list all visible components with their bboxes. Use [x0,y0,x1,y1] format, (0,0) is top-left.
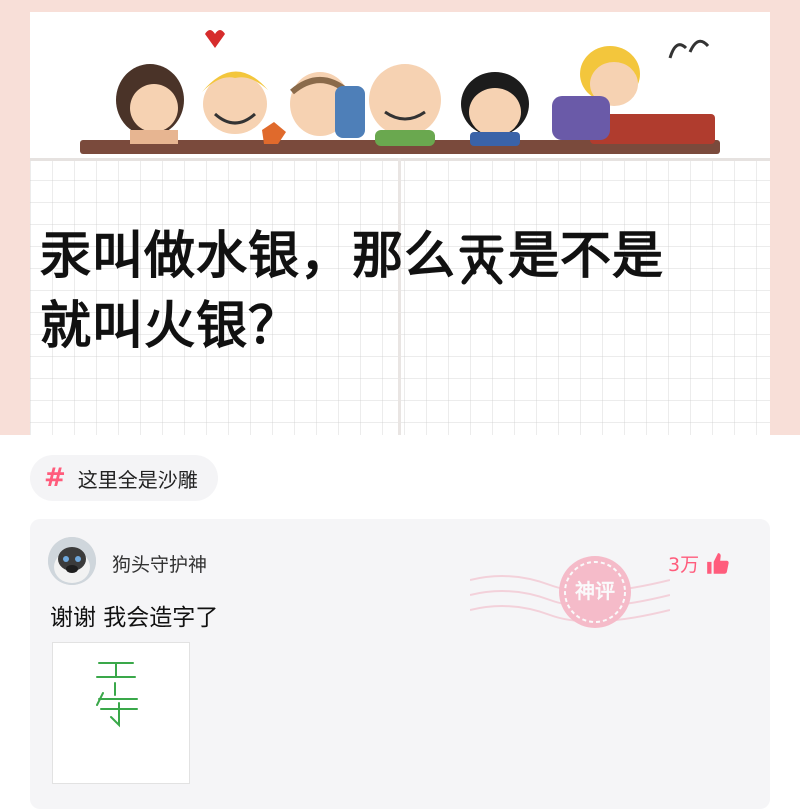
topic-tag-label: 这里全是沙雕 [77,467,198,492]
topic-tag-button[interactable]: # 这里全是沙雕 [30,455,218,501]
headline-line-2: 就叫火银？ [40,297,301,356]
stamp-label: 神评 [575,579,615,603]
like-count: 3万 [668,554,700,576]
handwritten-character-image [96,662,138,728]
thumbs-up-icon [707,552,729,574]
custom-character-glyph: 汞 [456,222,508,292]
comment-image-attachment[interactable] [52,642,190,784]
like-button[interactable]: 3万 [668,550,731,577]
comment-username[interactable]: 狗头守护神 [112,550,207,577]
hash-icon: # [44,463,66,493]
post-image[interactable]: 汞叫做水银，那么汞是不是 就叫火银？ [0,0,800,435]
headline-line-1: 汞叫做水银，那么汞是不是 [40,222,780,292]
avatar[interactable] [48,537,96,585]
featured-comment-stamp: 神评 [470,556,670,628]
cartoon-characters-illustration [80,30,720,154]
post-headline: 汞叫做水银，那么汞是不是 就叫火银？ [40,222,780,362]
comment-text: 谢谢 我会造字了 [50,605,219,631]
